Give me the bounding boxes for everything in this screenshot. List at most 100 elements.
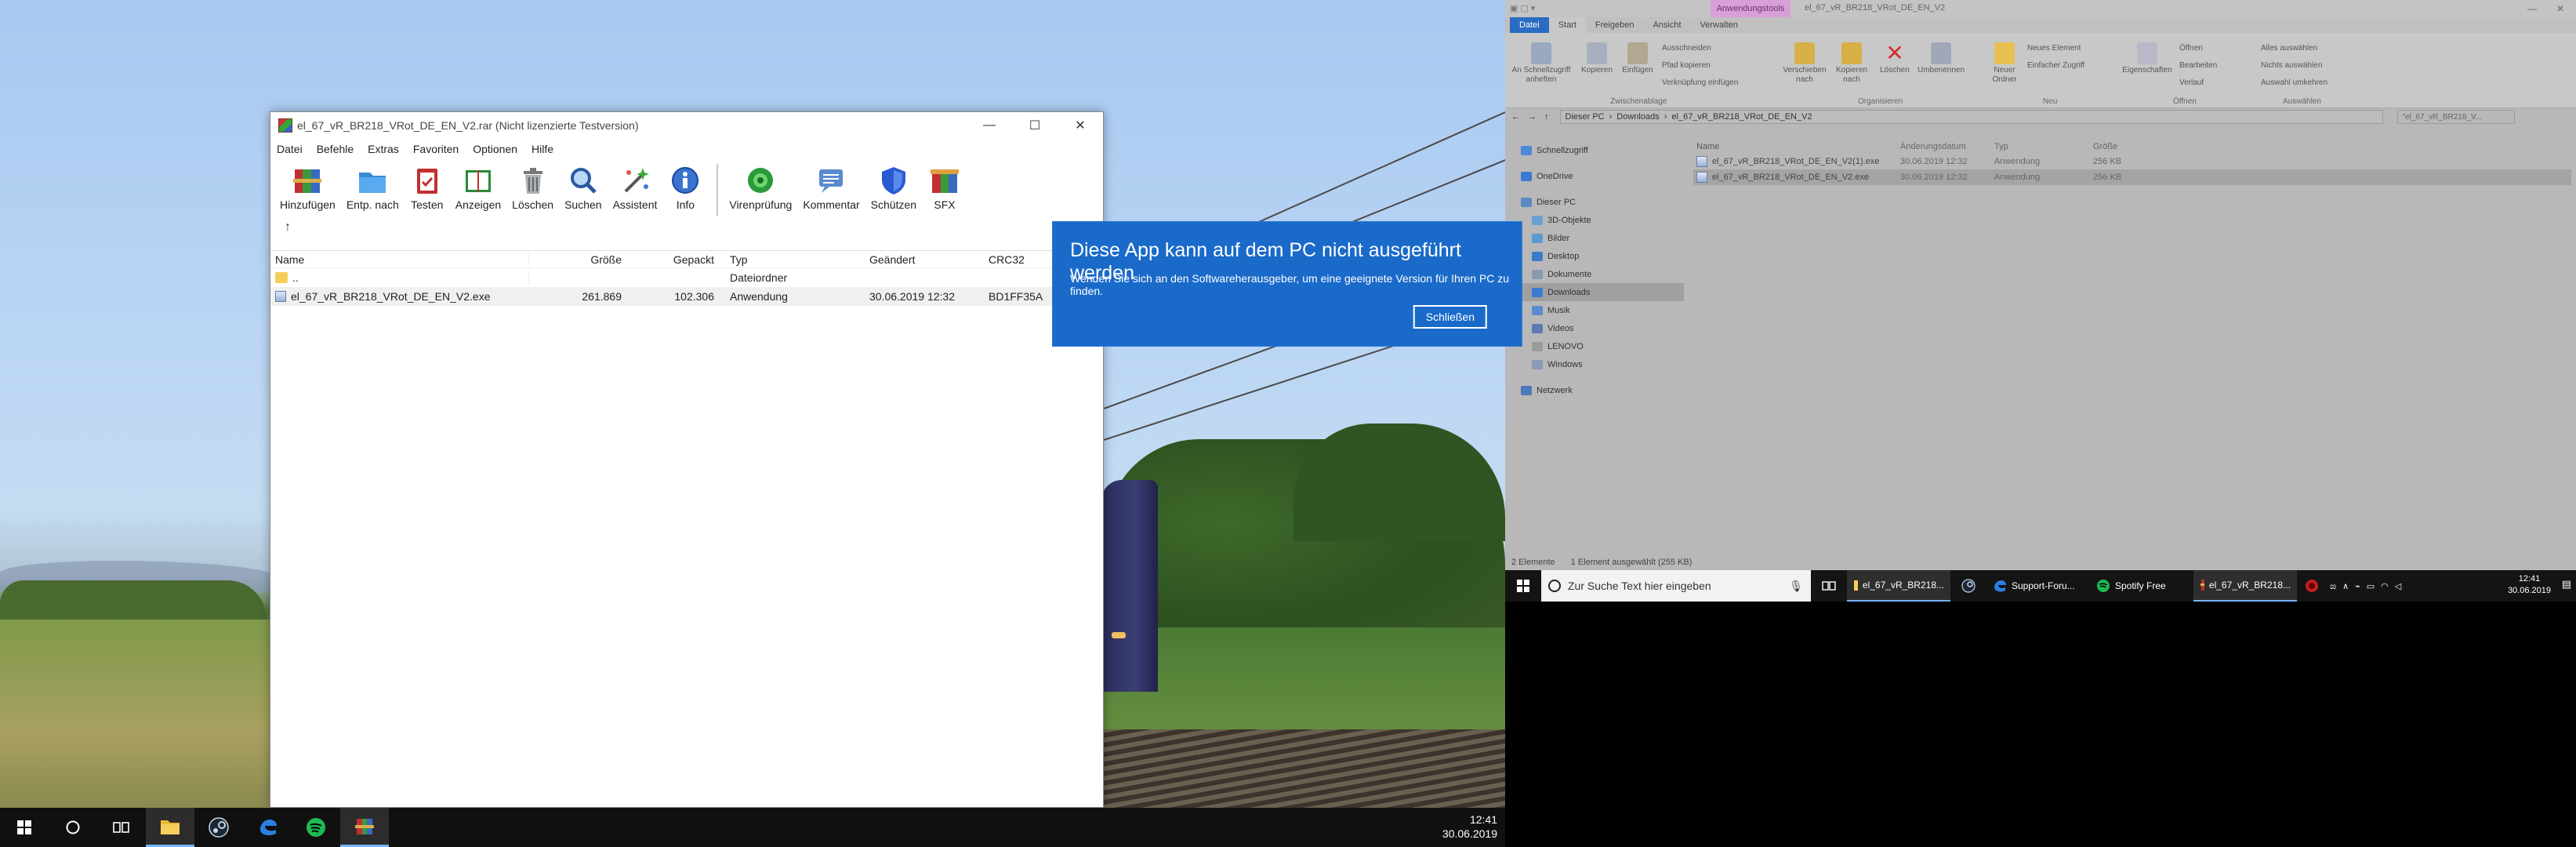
nav-item-onedrive[interactable]: OneDrive — [1505, 167, 1684, 185]
cut-button[interactable]: Ausschneiden — [1662, 44, 1711, 53]
nav-item-3d-objects[interactable]: 3D-Objekte — [1505, 211, 1684, 229]
column-modified[interactable]: Geändert — [865, 253, 984, 266]
people-icon[interactable]: ಙ — [2327, 570, 2339, 602]
notification-icon[interactable]: ▤ — [2562, 578, 2571, 591]
breadcrumb-this-pc[interactable]: Dieser PC — [1566, 112, 1605, 122]
add-button[interactable]: Hinzufügen — [280, 164, 336, 211]
explorer-window[interactable]: ▣ ▢ ▾ Anwendungstools el_67_vR_BR218_VRo… — [1505, 0, 2576, 570]
up-arrow-icon[interactable]: ↑ — [1544, 112, 1549, 122]
close-button[interactable]: ✕ — [1058, 112, 1103, 139]
winrar-window[interactable]: el_67_vR_BR218_VRot_DE_EN_V2.rar (Nicht … — [270, 111, 1104, 808]
tab-freigeben[interactable]: Freigeben — [1586, 17, 1644, 33]
pin-quick-access-button[interactable]: An Schnellzugriff anheften — [1510, 42, 1573, 85]
column-packed[interactable]: Gepackt — [626, 253, 719, 266]
wizard-button[interactable]: Assistent — [613, 164, 657, 211]
column-type[interactable]: Typ — [1994, 142, 2093, 151]
volume-icon[interactable]: ◁ — [2392, 570, 2404, 602]
new-folder-button[interactable]: Neuer Ordner — [1985, 42, 2024, 85]
battery-icon[interactable]: ▭ — [2364, 570, 2378, 602]
taskbar-spotify[interactable] — [292, 808, 340, 847]
address-bar[interactable]: Dieser PC › Downloads › el_67_vR_BR218_V… — [1559, 110, 2383, 124]
tab-datei[interactable]: Datei — [1510, 17, 1549, 33]
start-button[interactable] — [1505, 570, 1541, 602]
table-row[interactable]: el_67_vR_BR218_VRot_DE_EN_V2.exe 261.869… — [270, 287, 1103, 306]
taskbar-edge[interactable] — [243, 808, 292, 847]
dialog-close-button[interactable]: Schließen — [1413, 305, 1487, 329]
nav-item-documents[interactable]: Dokumente — [1505, 265, 1684, 283]
taskbar-steam[interactable] — [194, 808, 243, 847]
menu-extras[interactable]: Extras — [368, 143, 399, 155]
tab-ansicht[interactable]: Ansicht — [1643, 17, 1690, 33]
extract-to-button[interactable]: Entp. nach — [346, 164, 399, 211]
virus-scan-button[interactable]: Virenprüfung — [729, 164, 792, 211]
explorer-file-list[interactable]: Name Änderungsdatum Typ Größe el_67_vR_B… — [1693, 140, 2571, 185]
forward-arrow-icon[interactable]: → — [1528, 112, 1537, 122]
move-to-button[interactable]: Verschieben nach — [1781, 42, 1828, 85]
nav-item-desktop[interactable]: Desktop — [1505, 247, 1684, 265]
breadcrumb-downloads[interactable]: Downloads — [1616, 112, 1659, 122]
comment-button[interactable]: Kommentar — [803, 164, 860, 211]
taskbar-pinned-app[interactable] — [2297, 570, 2327, 602]
nav-item-windows[interactable]: Windows — [1505, 355, 1684, 373]
menu-befehle[interactable]: Befehle — [317, 143, 354, 155]
taskbar-steam[interactable] — [1950, 570, 1986, 602]
column-modified[interactable]: Änderungsdatum — [1900, 142, 1994, 151]
wifi-icon[interactable]: ◠ — [2378, 570, 2392, 602]
explorer-close-button[interactable]: ✕ — [2545, 0, 2576, 17]
taskbar-winrar[interactable]: el_67_vR_BR218... — [2193, 570, 2297, 602]
delete-ribbon-button[interactable]: ✕ Löschen — [1875, 42, 1914, 75]
maximize-button[interactable]: ☐ — [1012, 112, 1058, 139]
cortana-button[interactable] — [49, 808, 97, 847]
nav-item-music[interactable]: Musik — [1505, 301, 1684, 319]
nav-item-pictures[interactable]: Bilder — [1505, 229, 1684, 247]
menu-optionen[interactable]: Optionen — [473, 143, 517, 155]
back-arrow-icon[interactable]: ← — [1511, 112, 1520, 122]
test-button[interactable]: Testen — [410, 164, 444, 211]
menu-datei[interactable]: Datei — [277, 143, 303, 155]
winrar-file-list[interactable]: Name Größe Gepackt Typ Geändert CRC32 ..… — [270, 250, 1103, 807]
task-view-button[interactable] — [97, 808, 146, 847]
taskbar-winrar[interactable] — [340, 808, 389, 847]
protect-button[interactable]: Schützen — [871, 164, 916, 211]
winrar-titlebar[interactable]: el_67_vR_BR218_VRot_DE_EN_V2.rar (Nicht … — [270, 112, 1103, 139]
column-size[interactable]: Größe — [2093, 142, 2140, 151]
list-item[interactable]: el_67_vR_BR218_VRot_DE_EN_V2.exe 30.06.2… — [1693, 169, 2571, 185]
invert-selection-button[interactable]: Auswahl umkehren — [2261, 78, 2327, 87]
explorer-minimize-button[interactable]: — — [2516, 0, 2548, 17]
find-button[interactable]: Suchen — [564, 164, 602, 211]
copy-path-button[interactable]: Pfad kopieren — [1662, 61, 1711, 70]
column-name[interactable]: Name — [270, 253, 529, 266]
breadcrumb-folder[interactable]: el_67_vR_BR218_VRot_DE_EN_V2 — [1671, 112, 1812, 122]
nav-item-this-pc[interactable]: Dieser PC — [1505, 193, 1684, 211]
column-size[interactable]: Größe — [529, 253, 626, 266]
task-view-button[interactable] — [1811, 570, 1847, 602]
taskbar-edge[interactable]: Support-Foru... — [1986, 570, 2090, 602]
sfx-button[interactable]: SFX — [927, 164, 962, 211]
paste-shortcut-button[interactable]: Verknüpfung einfügen — [1662, 78, 1738, 87]
history-button[interactable]: Verlauf — [2179, 78, 2204, 87]
start-button[interactable] — [0, 808, 49, 847]
select-all-button[interactable]: Alles auswählen — [2261, 44, 2317, 53]
paste-button[interactable]: Einfügen — [1618, 42, 1657, 75]
up-arrow-icon[interactable]: ↑ — [285, 220, 291, 234]
taskbar-spotify[interactable]: Spotify Free — [2090, 570, 2193, 602]
minimize-button[interactable]: — — [967, 112, 1012, 139]
easy-access-button[interactable]: Einfacher Zugriff — [2027, 61, 2084, 70]
view-button[interactable]: Anzeigen — [455, 164, 501, 211]
open-button[interactable]: Öffnen — [2179, 44, 2203, 53]
search-box[interactable]: "el_67_vR_BR218_V... — [2396, 110, 2515, 124]
taskbar-explorer[interactable] — [146, 808, 194, 847]
copy-button[interactable]: Kopieren — [1577, 42, 1616, 75]
info-button[interactable]: Info — [668, 164, 702, 211]
nav-item-lenovo[interactable]: LENOVO — [1505, 337, 1684, 355]
rename-button[interactable]: Umbenennen — [1916, 42, 1966, 75]
taskbar-explorer[interactable]: el_67_vR_BR218... — [1847, 570, 1950, 602]
column-type[interactable]: Typ — [719, 253, 865, 266]
table-row[interactable]: .. Dateiordner — [270, 268, 1103, 287]
menu-favoriten[interactable]: Favoriten — [413, 143, 459, 155]
menu-hilfe[interactable]: Hilfe — [532, 143, 553, 155]
microphone-icon[interactable]: 🎙 — [1789, 580, 1803, 593]
nav-item-network[interactable]: Netzwerk — [1505, 381, 1684, 399]
tab-start[interactable]: Start — [1548, 17, 1586, 33]
properties-button[interactable]: Eigenschaften — [2120, 42, 2175, 75]
